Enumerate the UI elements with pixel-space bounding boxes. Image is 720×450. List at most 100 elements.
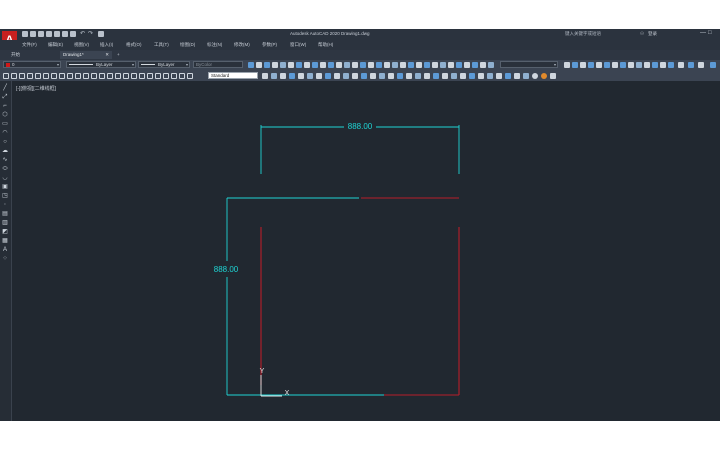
tool-icon[interactable] bbox=[604, 62, 610, 68]
tool-icon[interactable] bbox=[432, 62, 438, 68]
tool-icon[interactable] bbox=[264, 62, 270, 68]
tool-icon[interactable] bbox=[550, 73, 556, 79]
tab-start[interactable]: 开始 bbox=[8, 51, 58, 59]
tool-icon[interactable] bbox=[564, 62, 570, 68]
aligned-dim-icon[interactable] bbox=[11, 73, 17, 79]
tool-icon[interactable] bbox=[652, 62, 658, 68]
tool-icon[interactable] bbox=[271, 73, 277, 79]
tool-icon[interactable] bbox=[288, 62, 294, 68]
dim-update-icon[interactable] bbox=[155, 73, 161, 79]
quick-dim-icon[interactable] bbox=[67, 73, 73, 79]
horizontal-dimension[interactable]: 888.00 bbox=[260, 122, 460, 174]
tool-icon[interactable] bbox=[334, 73, 340, 79]
menu-file[interactable]: 文件(F) bbox=[22, 42, 37, 48]
tool-icon[interactable] bbox=[688, 62, 694, 68]
tool-icon[interactable] bbox=[698, 62, 704, 68]
plotstyle-combo[interactable]: ByColor bbox=[193, 61, 243, 68]
tool-icon[interactable] bbox=[316, 73, 322, 79]
save-as-icon[interactable] bbox=[46, 31, 52, 37]
sign-in-label[interactable]: 登录 bbox=[648, 31, 657, 37]
tool-icon[interactable] bbox=[514, 73, 520, 79]
dim-break-icon[interactable] bbox=[99, 73, 105, 79]
tool-icon[interactable] bbox=[328, 62, 334, 68]
tool-icon[interactable] bbox=[388, 73, 394, 79]
dim-style-icon[interactable] bbox=[163, 73, 169, 79]
continue-dim-icon[interactable] bbox=[83, 73, 89, 79]
jogged-dim-icon[interactable] bbox=[43, 73, 49, 79]
tool-icon[interactable] bbox=[580, 62, 586, 68]
tool-icon[interactable] bbox=[361, 73, 367, 79]
menu-dimension[interactable]: 标注(N) bbox=[207, 42, 222, 48]
open-file-icon[interactable] bbox=[30, 31, 36, 37]
line-icon[interactable]: ╱ bbox=[2, 85, 8, 91]
circle-icon[interactable]: ○ bbox=[2, 139, 8, 145]
inspect-icon[interactable] bbox=[123, 73, 129, 79]
save-icon[interactable] bbox=[38, 31, 44, 37]
tool-icon[interactable] bbox=[496, 73, 502, 79]
tool-icon[interactable] bbox=[368, 62, 374, 68]
tool-icon[interactable] bbox=[488, 62, 494, 68]
tool-icon[interactable] bbox=[307, 73, 313, 79]
tool-icon[interactable] bbox=[289, 73, 295, 79]
revision-cloud-icon[interactable]: ☁ bbox=[2, 148, 8, 154]
tool-icon[interactable] bbox=[448, 62, 454, 68]
new-tab-button[interactable]: + bbox=[114, 51, 124, 59]
dim-text-edit-icon[interactable] bbox=[147, 73, 153, 79]
polygon-icon[interactable]: ⬡ bbox=[2, 112, 8, 118]
tool-icon[interactable] bbox=[416, 62, 422, 68]
model-space[interactable]: [-][俯视][二维线框] 888.00 888.00 Y X bbox=[12, 81, 720, 421]
dim-tool-icon[interactable] bbox=[171, 73, 177, 79]
tool-icon[interactable] bbox=[384, 62, 390, 68]
tool-icon[interactable] bbox=[320, 62, 326, 68]
tool-icon[interactable] bbox=[541, 73, 547, 79]
tool-icon[interactable] bbox=[523, 73, 529, 79]
tool-icon[interactable] bbox=[397, 73, 403, 79]
tool-icon[interactable] bbox=[343, 73, 349, 79]
tool-icon[interactable] bbox=[620, 62, 626, 68]
tool-icon[interactable] bbox=[588, 62, 594, 68]
tool-icon[interactable] bbox=[433, 73, 439, 79]
menu-modify[interactable]: 修改(M) bbox=[234, 42, 250, 48]
vertical-dimension[interactable]: 888.00 bbox=[214, 197, 384, 396]
tool-icon[interactable] bbox=[352, 62, 358, 68]
dim-style-combo[interactable]: Standard bbox=[208, 72, 258, 79]
diameter-dim-icon[interactable] bbox=[51, 73, 57, 79]
tool-icon[interactable] bbox=[628, 62, 634, 68]
dim-space-icon[interactable] bbox=[91, 73, 97, 79]
tool-icon[interactable] bbox=[370, 73, 376, 79]
search-input[interactable]: 键入关键字或短语 bbox=[565, 31, 601, 37]
tool-icon[interactable] bbox=[336, 62, 342, 68]
tool-icon[interactable] bbox=[304, 62, 310, 68]
hatch-icon[interactable]: ▤ bbox=[2, 211, 8, 217]
ellipse-arc-icon[interactable]: ◡ bbox=[2, 175, 8, 181]
tab-drawing1[interactable]: Drawing1* ✕ bbox=[60, 51, 112, 59]
tool-icon[interactable] bbox=[280, 62, 286, 68]
lineweight-combo[interactable]: ByLayer ▾ bbox=[138, 61, 190, 68]
angular-dim-icon[interactable] bbox=[59, 73, 65, 79]
tool-icon[interactable] bbox=[272, 62, 278, 68]
rectangle-object[interactable] bbox=[260, 197, 460, 396]
tool-icon[interactable] bbox=[248, 62, 254, 68]
save-web-icon[interactable] bbox=[62, 31, 68, 37]
tool-icon[interactable] bbox=[392, 62, 398, 68]
tool-icon[interactable] bbox=[408, 62, 414, 68]
tool-icon[interactable] bbox=[296, 62, 302, 68]
tool-icon[interactable] bbox=[464, 62, 470, 68]
close-tab-icon[interactable]: ✕ bbox=[105, 51, 109, 59]
user-icon[interactable]: ⚇ bbox=[640, 31, 644, 37]
tool-icon[interactable] bbox=[678, 62, 684, 68]
undo-icon[interactable]: ↶ bbox=[80, 31, 86, 37]
tool-icon[interactable] bbox=[469, 73, 475, 79]
tool-icon[interactable] bbox=[325, 73, 331, 79]
insert-block-icon[interactable]: ▣ bbox=[2, 184, 8, 190]
dim-tool-icon[interactable] bbox=[187, 73, 193, 79]
minimize-button[interactable]: — bbox=[700, 30, 706, 36]
region-icon[interactable]: ◩ bbox=[2, 229, 8, 235]
jogged-linear-icon[interactable] bbox=[131, 73, 137, 79]
tool-icon[interactable] bbox=[487, 73, 493, 79]
arc-icon[interactable]: ◠ bbox=[2, 130, 8, 136]
tool-icon[interactable] bbox=[532, 73, 538, 79]
radius-dim-icon[interactable] bbox=[35, 73, 41, 79]
linetype-combo[interactable]: ByLayer ▾ bbox=[66, 61, 136, 68]
tool-icon[interactable] bbox=[360, 62, 366, 68]
